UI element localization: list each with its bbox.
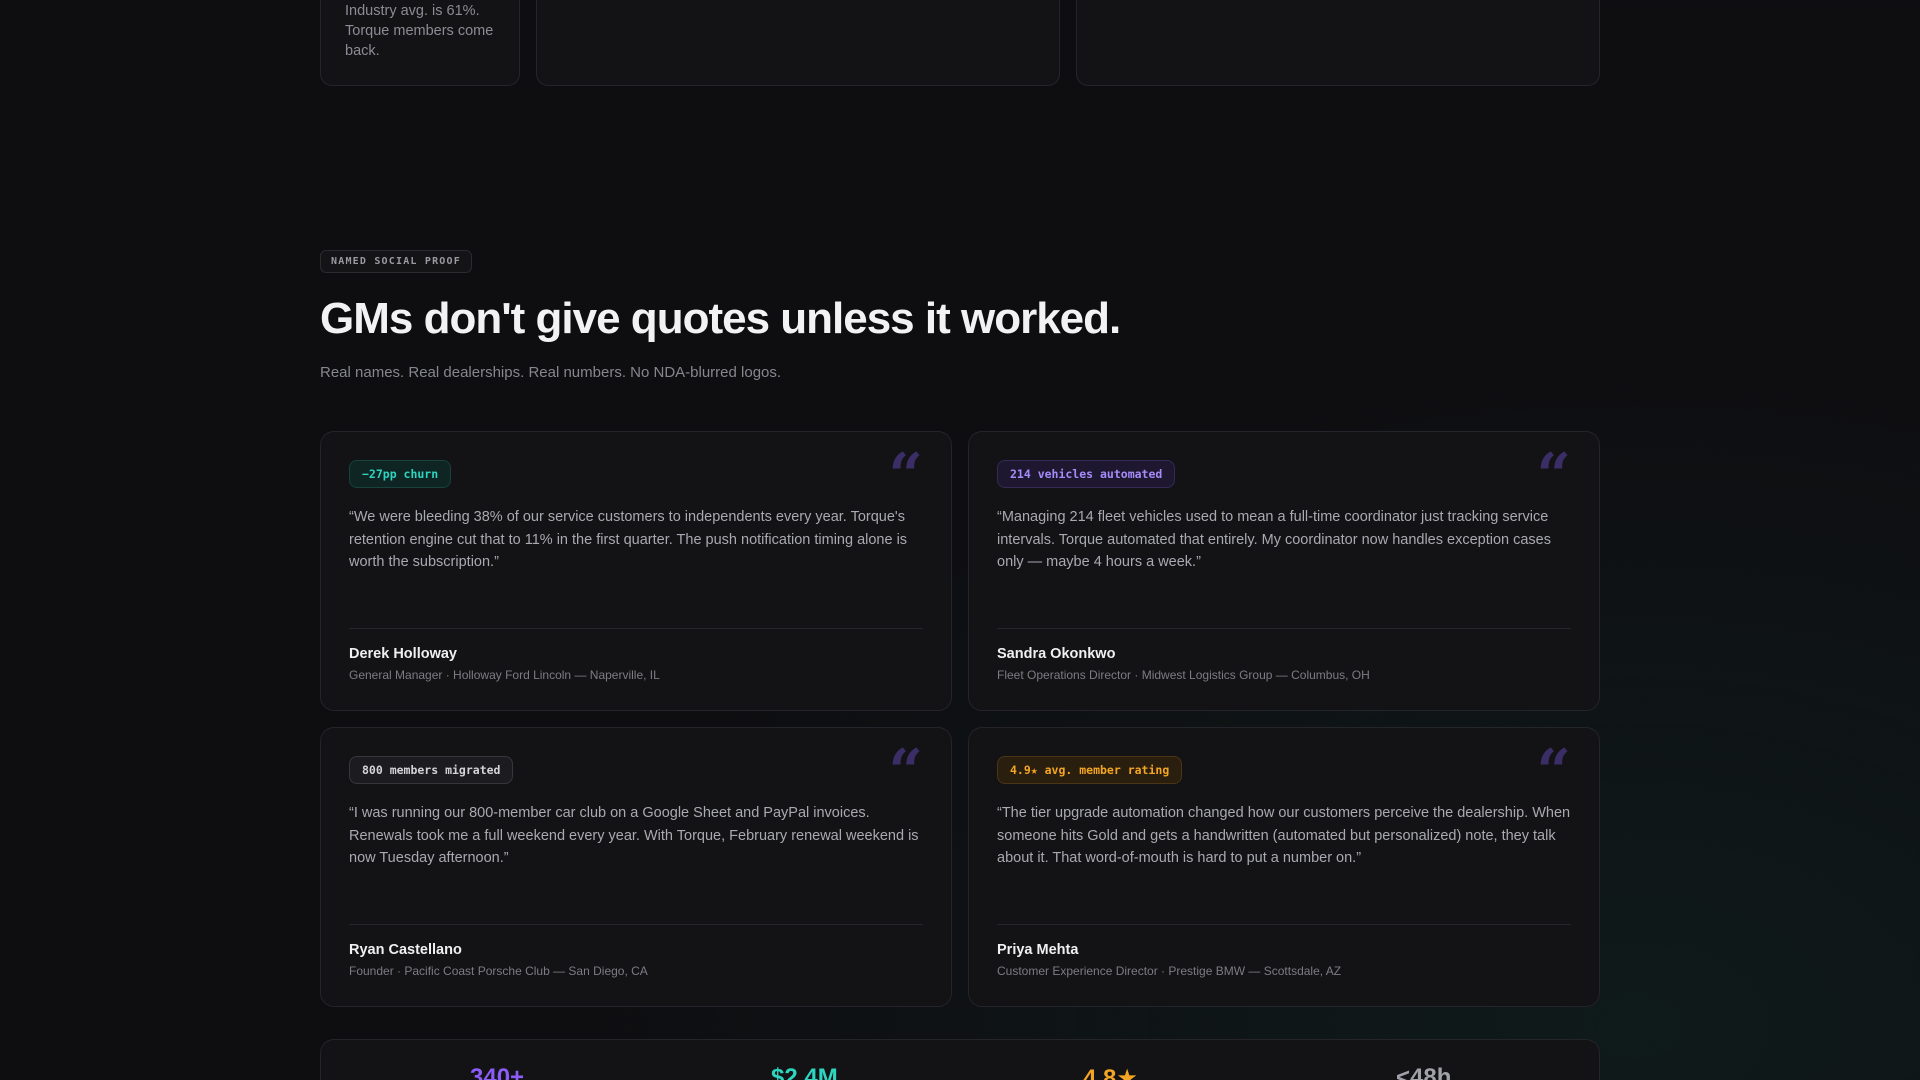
testimonial-author: Sandra Okonkwo Fleet Operations Director… (997, 646, 1370, 682)
card-divider (997, 628, 1571, 629)
stat-value: $2.4M (771, 1064, 838, 1080)
section-eyebrow: NAMED SOCIAL PROOF (320, 250, 472, 273)
author-role: Founder · Pacific Coast Porsche Club — S… (349, 964, 648, 978)
stat-value: 340+ (470, 1064, 525, 1080)
author-role: Customer Experience Director · Prestige … (997, 964, 1342, 978)
testimonial-author: Derek Holloway General Manager · Hollowa… (349, 646, 660, 682)
testimonial-quote: “Managing 214 fleet vehicles used to mea… (997, 509, 1551, 570)
testimonial-quote: “I was running our 800-member car club o… (349, 805, 919, 866)
testimonial-card: 800 members migrated “ “I was running ou… (320, 727, 952, 1007)
author-name: Sandra Okonkwo (997, 646, 1116, 662)
metric-badge: −27pp churn (349, 460, 452, 488)
stat-value: 4.8★ (1083, 1065, 1138, 1080)
card-divider (349, 924, 923, 925)
top-card-copy: Industry avg. is 61%. Torque members com… (345, 3, 494, 59)
card-divider (997, 924, 1571, 925)
testimonial-quote: “We were bleeding 38% of our service cus… (349, 509, 908, 570)
top-card-row: Industry avg. is 61%. Torque members com… (320, 0, 1600, 86)
card-divider (349, 628, 923, 629)
metric-badge: 800 members migrated (349, 756, 514, 784)
testimonial-author: Ryan Castellano Founder · Pacific Coast … (349, 942, 648, 978)
quote-mark-icon: “ (888, 441, 923, 511)
testimonial-quote: “The tier upgrade automation changed how… (997, 805, 1571, 866)
stats-bar: 340+ $2.4M 4.8★ <48h (320, 1039, 1600, 1080)
stat-value: <48h (1396, 1064, 1452, 1080)
testimonial-card: 4.9★ avg. member rating “ “The tier upgr… (968, 727, 1600, 1007)
author-name: Priya Mehta (997, 942, 1079, 958)
section-subhead: Real names. Real dealerships. Real numbe… (320, 364, 782, 381)
section-headline: GMs don't give quotes unless it worked. (320, 294, 1121, 343)
quote-mark-icon: “ (1536, 737, 1571, 807)
top-card-right (1076, 0, 1600, 86)
top-card-retention: Industry avg. is 61%. Torque members com… (320, 0, 520, 86)
author-name: Ryan Castellano (349, 942, 462, 958)
testimonial-author: Priya Mehta Customer Experience Director… (997, 942, 1341, 978)
author-role: Fleet Operations Director · Midwest Logi… (997, 668, 1370, 682)
testimonial-card: −27pp churn “ “We were bleeding 38% of o… (320, 431, 952, 711)
quote-mark-icon: “ (1536, 441, 1571, 511)
metric-badge: 214 vehicles automated (997, 460, 1176, 488)
top-card-middle (536, 0, 1060, 86)
author-role: General Manager · Holloway Ford Lincoln … (349, 668, 660, 682)
testimonial-card: 214 vehicles automated “ “Managing 214 f… (968, 431, 1600, 711)
author-name: Derek Holloway (349, 646, 457, 662)
metric-badge: 4.9★ avg. member rating (997, 756, 1183, 784)
quote-mark-icon: “ (888, 737, 923, 807)
